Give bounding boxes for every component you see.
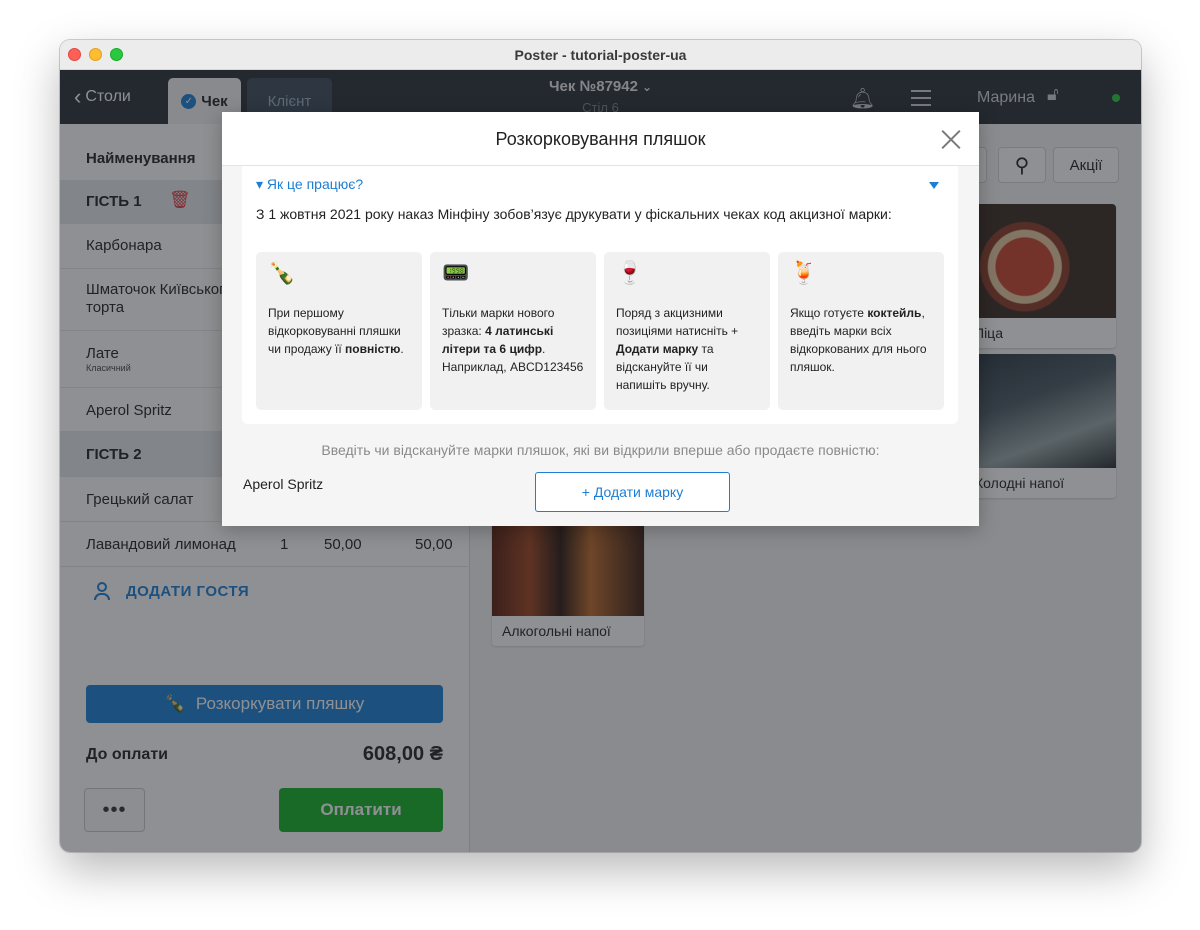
uncork-bottles-modal: Розкорковування пляшок ▾ Як це працює? З… — [222, 112, 979, 526]
close-icon[interactable] — [941, 129, 961, 149]
how-it-works-toggle[interactable]: ▾ Як це працює? — [256, 176, 363, 193]
zoom-window-button[interactable] — [110, 48, 123, 61]
info-card: 📟 Тільки марки нового зразка: 4 латинськ… — [430, 252, 596, 410]
excise-item-name: Aperol Spritz — [243, 476, 324, 492]
window-titlebar: Poster - tutorial-poster-ua — [60, 40, 1141, 70]
app-window: Poster - tutorial-poster-ua ‹ Столи ✓ Че… — [60, 40, 1141, 852]
wine-glass-icon: 🍷 — [616, 260, 644, 285]
info-description: З 1 жовтня 2021 року наказ Мінфіну зобов… — [256, 206, 892, 222]
how-it-works-label: Як це працює? — [266, 176, 364, 192]
caret-down-icon[interactable] — [929, 182, 939, 189]
modal-title: Розкорковування пляшок — [495, 129, 706, 149]
modal-header: Розкорковування пляшок — [222, 112, 979, 166]
info-card: 🍹 Якщо готуєте коктейль, введіть марки в… — [778, 252, 944, 410]
add-excise-mark-button[interactable]: + Додати марку — [535, 472, 730, 512]
bottle-icon: 🍾 — [268, 260, 296, 285]
window-controls — [68, 48, 123, 61]
window-title: Poster - tutorial-poster-ua — [514, 46, 687, 63]
info-card: 🍷 Поряд з акцизними позиціями натисніть … — [604, 252, 770, 410]
info-card: 🍾 При першому відкорковуванні пляшки чи … — [256, 252, 422, 410]
cocktail-icon: 🍹 — [790, 260, 818, 285]
minimize-window-button[interactable] — [89, 48, 102, 61]
scan-hint: Введіть чи відскануйте марки пляшок, які… — [321, 442, 880, 458]
info-panel: ▾ Як це працює? З 1 жовтня 2021 року нак… — [242, 166, 958, 424]
scanner-icon: 📟 — [442, 260, 470, 285]
close-window-button[interactable] — [68, 48, 81, 61]
